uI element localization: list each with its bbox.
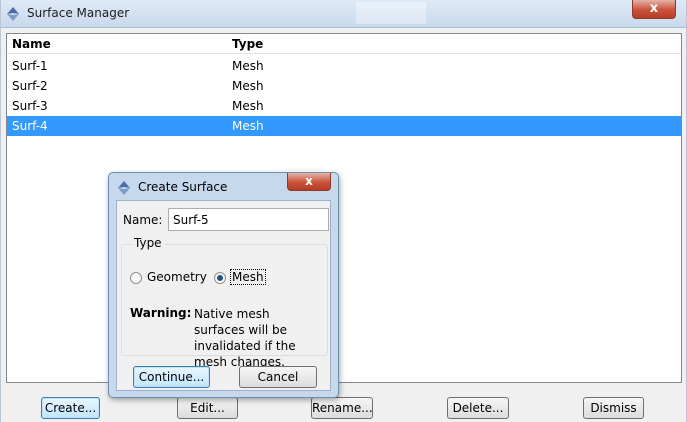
- row-name: Surf-4: [12, 119, 48, 133]
- rename-button[interactable]: Rename...: [311, 397, 373, 419]
- create-surface-dialog: Create Surface x Name: Type Geometry Mes…: [108, 172, 339, 398]
- dismiss-button[interactable]: Dismiss: [583, 397, 644, 419]
- type-group-label: Type: [132, 236, 164, 250]
- edit-button[interactable]: Edit...: [177, 397, 238, 419]
- name-input[interactable]: [168, 208, 329, 231]
- warning-label: Warning:: [130, 306, 192, 320]
- background-ghost: [356, 2, 426, 24]
- cancel-button[interactable]: Cancel: [239, 366, 317, 388]
- close-icon[interactable]: x: [632, 0, 676, 19]
- continue-button[interactable]: Continue...: [133, 366, 210, 388]
- type-group: Type Geometry Mesh Warning: Native mesh …: [121, 236, 328, 369]
- dialog-body: Name: Type Geometry Mesh Warning: Native…: [116, 200, 331, 391]
- dialog-title: Create Surface: [138, 180, 228, 194]
- row-name: Surf-3: [12, 99, 48, 113]
- list-row[interactable]: Surf-1 Mesh: [7, 56, 681, 76]
- row-type: Mesh: [232, 119, 264, 133]
- delete-button[interactable]: Delete...: [447, 397, 509, 419]
- geometry-radio-label[interactable]: Geometry: [147, 270, 207, 284]
- name-label: Name:: [123, 213, 163, 227]
- surface-manager-window: Surface Manager x Name Type Surf-1 Mesh …: [0, 0, 687, 422]
- list-row-selected[interactable]: Surf-4 Mesh: [7, 116, 681, 136]
- geometry-radio[interactable]: [130, 272, 142, 284]
- mesh-radio[interactable]: [214, 272, 226, 284]
- mesh-radio-label[interactable]: Mesh: [230, 269, 266, 285]
- column-header-name[interactable]: Name: [12, 37, 51, 51]
- close-icon[interactable]: x: [287, 173, 331, 191]
- row-type: Mesh: [232, 59, 264, 73]
- row-name: Surf-2: [12, 79, 48, 93]
- title-bar[interactable]: Surface Manager x: [1, 0, 686, 28]
- create-button[interactable]: Create...: [41, 397, 100, 419]
- list-header: Name Type: [7, 34, 681, 54]
- list-row[interactable]: Surf-2 Mesh: [7, 76, 681, 96]
- abaqus-manager-icon: [7, 7, 19, 21]
- warning-text: Native mesh surfaces will be invalidated…: [194, 307, 296, 369]
- abaqus-dialog-icon: [118, 181, 130, 195]
- row-type: Mesh: [232, 79, 264, 93]
- row-type: Mesh: [232, 99, 264, 113]
- window-title: Surface Manager: [27, 6, 130, 20]
- column-header-type[interactable]: Type: [232, 37, 263, 51]
- list-row[interactable]: Surf-3 Mesh: [7, 96, 681, 116]
- row-name: Surf-1: [12, 59, 48, 73]
